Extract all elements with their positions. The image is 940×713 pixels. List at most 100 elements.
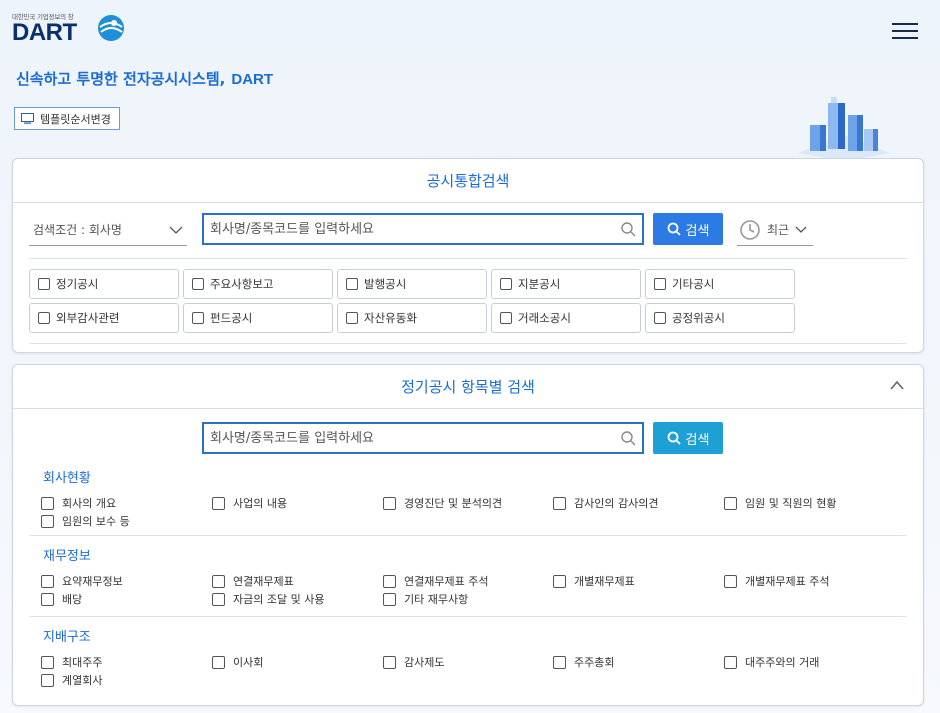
- menu-icon[interactable]: [892, 23, 918, 39]
- checkbox[interactable]: [41, 574, 54, 588]
- item-company-overview[interactable]: 회사의 개요: [41, 495, 116, 511]
- tagline-brand: DART: [231, 71, 274, 88]
- item-major-shareholder-transactions[interactable]: 대주주와의 거래: [724, 654, 819, 670]
- checkbox[interactable]: [654, 312, 666, 324]
- item-largest-shareholder[interactable]: 최대주주: [41, 654, 102, 670]
- item-consolidated-fs[interactable]: 연결재무제표: [212, 573, 294, 589]
- type-label: 공정위공시: [672, 311, 725, 325]
- type-major-report[interactable]: 주요사항보고: [183, 269, 333, 299]
- company-search-field[interactable]: [202, 213, 644, 245]
- type-label: 자산유동화: [364, 311, 417, 325]
- checkbox[interactable]: [553, 574, 566, 588]
- type-fund[interactable]: 펀드공시: [183, 303, 333, 333]
- checkbox[interactable]: [192, 312, 204, 324]
- chevron-up-icon[interactable]: [889, 379, 905, 391]
- checkbox[interactable]: [346, 278, 358, 290]
- item-shareholders-meeting[interactable]: 주주총회: [553, 654, 614, 670]
- chevron-down-icon: [169, 226, 183, 234]
- item-dividend[interactable]: 배당: [41, 591, 82, 607]
- checkbox[interactable]: [724, 574, 737, 588]
- item-consolidated-notes[interactable]: 연결재무제표 주석: [383, 573, 488, 589]
- checkbox[interactable]: [212, 574, 225, 588]
- type-abs[interactable]: 자산유동화: [337, 303, 487, 333]
- chevron-down-icon: [795, 226, 807, 233]
- item-board[interactable]: 이사회: [212, 654, 263, 670]
- type-label: 발행공시: [364, 277, 407, 291]
- checkbox[interactable]: [41, 514, 54, 528]
- magnifier-icon[interactable]: [620, 430, 636, 446]
- item-label: 계열회사: [62, 674, 103, 687]
- checkbox[interactable]: [41, 592, 54, 606]
- checkbox[interactable]: [192, 278, 204, 290]
- periodic-search-input[interactable]: [210, 430, 620, 446]
- template-order-button[interactable]: 템플릿순서변경: [14, 107, 120, 130]
- item-label: 경영진단 및 분석의견: [404, 497, 503, 510]
- type-label: 펀드공시: [210, 311, 253, 325]
- checkbox[interactable]: [41, 655, 54, 669]
- type-other[interactable]: 기타공시: [645, 269, 795, 299]
- checkbox[interactable]: [553, 496, 566, 510]
- checkbox[interactable]: [38, 278, 50, 290]
- checkbox[interactable]: [212, 592, 225, 606]
- type-label: 거래소공시: [518, 311, 571, 325]
- checkbox[interactable]: [383, 592, 396, 606]
- type-periodic[interactable]: 정기공시: [29, 269, 179, 299]
- checkbox[interactable]: [500, 278, 512, 290]
- item-mdna[interactable]: 경영진단 및 분석의견: [383, 495, 502, 511]
- periodic-search-field[interactable]: [202, 422, 644, 454]
- checkbox[interactable]: [383, 574, 396, 588]
- logo-text: DART: [12, 19, 77, 46]
- checkbox[interactable]: [553, 655, 566, 669]
- dart-logo[interactable]: 대한민국 기업정보의 창 DART: [12, 11, 124, 46]
- item-audit-opinion[interactable]: 감사인의 감사의견: [553, 495, 658, 511]
- type-issuance[interactable]: 발행공시: [337, 269, 487, 299]
- clock-icon: [740, 219, 760, 240]
- divider: [29, 616, 907, 617]
- page-tagline: 신속하고 투명한 전자공시시스템, DART: [16, 68, 273, 89]
- item-officers-employees[interactable]: 임원 및 직원의 현황: [724, 495, 836, 511]
- item-funding-use[interactable]: 자금의 조달 및 사용: [212, 591, 324, 607]
- search-condition-label: 검색조건 : 회사명: [33, 223, 122, 237]
- checkbox[interactable]: [41, 496, 54, 510]
- integrated-search-button[interactable]: 검색: [653, 213, 723, 245]
- checkbox[interactable]: [346, 312, 358, 324]
- type-external-audit[interactable]: 외부감사관련: [29, 303, 179, 333]
- item-other-financial[interactable]: 기타 재무사항: [383, 591, 468, 607]
- checkbox[interactable]: [383, 496, 396, 510]
- item-officer-compensation[interactable]: 임원의 보수 등: [41, 513, 130, 529]
- search-condition-select[interactable]: 검색조건 : 회사명: [29, 214, 187, 246]
- recent-search-dropdown[interactable]: 최근: [737, 214, 813, 246]
- type-equity[interactable]: 지분공시: [491, 269, 641, 299]
- integrated-search-label: 검색: [685, 223, 710, 239]
- tagline-text: 신속하고 투명한 전자공시시스템,: [16, 70, 226, 88]
- magnifier-icon[interactable]: [620, 221, 636, 237]
- checkbox[interactable]: [383, 655, 396, 669]
- checkbox[interactable]: [212, 496, 225, 510]
- checkbox[interactable]: [500, 312, 512, 324]
- type-exchange[interactable]: 거래소공시: [491, 303, 641, 333]
- type-label: 지분공시: [518, 277, 561, 291]
- checkbox[interactable]: [38, 312, 50, 324]
- checkbox[interactable]: [41, 673, 54, 687]
- checkbox[interactable]: [724, 655, 737, 669]
- item-label: 감사제도: [404, 656, 445, 669]
- company-search-input[interactable]: [210, 221, 620, 237]
- periodic-search-button[interactable]: 검색: [653, 422, 723, 454]
- item-separate-fs[interactable]: 개별재무제표: [553, 573, 635, 589]
- section-title-company: 회사현황: [43, 471, 91, 486]
- item-audit-system[interactable]: 감사제도: [383, 654, 444, 670]
- integrated-search-panel: 공시통합검색 검색조건 : 회사명 검색 최근 정기공시 주요사항보고 발행공시…: [12, 158, 924, 353]
- type-label: 외부감사관련: [56, 311, 120, 325]
- item-affiliates[interactable]: 계열회사: [41, 672, 102, 688]
- item-summary-financial[interactable]: 요약재무정보: [41, 573, 123, 589]
- item-separate-notes[interactable]: 개별재무제표 주석: [724, 573, 829, 589]
- item-business[interactable]: 사업의 내용: [212, 495, 287, 511]
- type-label: 기타공시: [672, 277, 715, 291]
- divider: [29, 535, 907, 536]
- item-label: 개별재무제표 주석: [745, 575, 830, 588]
- divider: [29, 258, 907, 259]
- checkbox[interactable]: [724, 496, 737, 510]
- checkbox[interactable]: [654, 278, 666, 290]
- checkbox[interactable]: [212, 655, 225, 669]
- type-ftc[interactable]: 공정위공시: [645, 303, 795, 333]
